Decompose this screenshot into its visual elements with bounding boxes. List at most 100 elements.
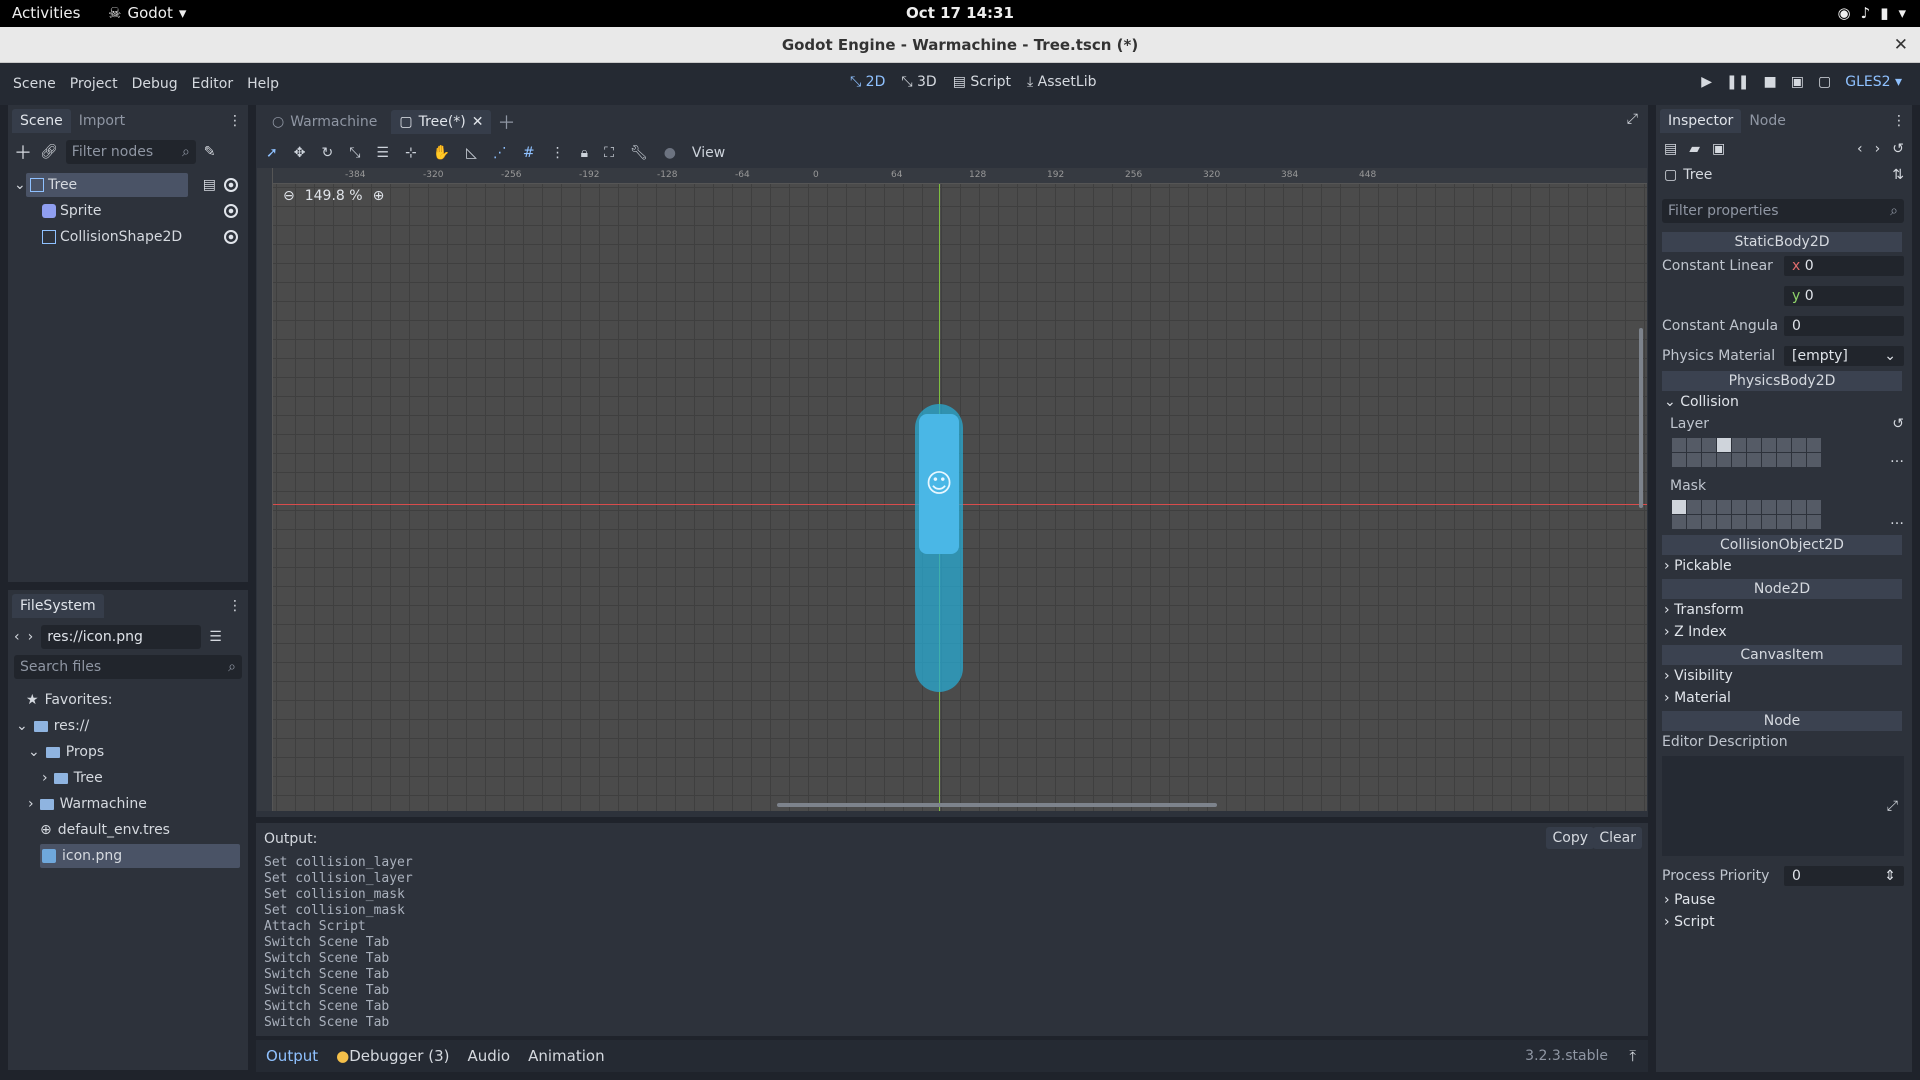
collision-mask-grid[interactable] bbox=[1672, 500, 1821, 529]
tree-node-collisionshape2d[interactable]: CollisionShape2D bbox=[8, 225, 248, 249]
object-properties-icon[interactable]: ⇅ bbox=[1892, 167, 1904, 183]
search-files-input[interactable]: Search files ⌕ bbox=[14, 655, 242, 679]
icon-png-row[interactable]: icon.png bbox=[40, 844, 240, 868]
close-icon[interactable]: ✕ bbox=[1894, 35, 1908, 55]
visibility-eye-icon[interactable] bbox=[224, 178, 238, 192]
pan-tool-icon[interactable]: ✋ bbox=[433, 145, 450, 161]
group-visibility[interactable]: › Visibility bbox=[1664, 668, 1733, 684]
group-pause[interactable]: › Pause bbox=[1664, 892, 1715, 908]
group-z-index[interactable]: › Z Index bbox=[1664, 624, 1727, 640]
link-icon[interactable]: 🔗︎ bbox=[40, 144, 58, 160]
menu-debug[interactable]: Debug bbox=[127, 74, 183, 94]
props-folder-row[interactable]: ⌄ Props bbox=[28, 740, 104, 764]
tab-filesystem[interactable]: FileSystem bbox=[12, 594, 104, 618]
add-tab-icon[interactable]: ＋ bbox=[497, 109, 515, 135]
revert-icon[interactable]: ↺ bbox=[1892, 416, 1904, 432]
physics-material-dropdown[interactable]: [empty] ⌄ bbox=[1784, 346, 1904, 366]
constant-angular-field[interactable]: 0 bbox=[1784, 316, 1904, 336]
zoom-out-icon[interactable]: ⊖ bbox=[283, 188, 295, 204]
expand-arrow-icon[interactable]: › bbox=[28, 796, 34, 812]
tab-node[interactable]: Node bbox=[1741, 109, 1794, 133]
filter-properties-input[interactable]: Filter properties ⌕ bbox=[1662, 199, 1904, 223]
grid-snap-icon[interactable]: # bbox=[523, 145, 535, 161]
app-menu[interactable]: ☠ Godot ▾ bbox=[108, 4, 186, 22]
path-field[interactable]: res://icon.png bbox=[41, 625, 202, 649]
expand-icon[interactable]: ⤢ bbox=[1887, 798, 1898, 814]
ruler-top[interactable]: -384 -320 -256 -192 -128 -64 0 64 128 19… bbox=[273, 168, 1647, 184]
bone-icon[interactable]: 🔧︎ bbox=[630, 145, 648, 161]
visibility-eye-icon[interactable] bbox=[224, 230, 238, 244]
history-icon[interactable]: ↺ bbox=[1892, 141, 1904, 157]
move-tool-icon[interactable]: ✥ bbox=[294, 145, 306, 161]
tab-audio[interactable]: Audio bbox=[467, 1047, 510, 1065]
script-attach-icon[interactable]: ✎ bbox=[204, 144, 216, 160]
distraction-free-icon[interactable]: ⤢ bbox=[1627, 111, 1638, 127]
play-scene-icon[interactable]: ▣ bbox=[1791, 74, 1804, 90]
constant-linear-y-field[interactable]: y 0 bbox=[1784, 286, 1904, 306]
lock-icon[interactable]: 🔒︎ bbox=[581, 145, 588, 161]
output-log[interactable]: Set collision_layer Set collision_layer … bbox=[264, 855, 1634, 1033]
add-node-icon[interactable]: ＋ bbox=[14, 139, 32, 165]
expand-panel-icon[interactable]: ⤒ bbox=[1629, 1047, 1636, 1065]
snap-options-icon[interactable]: ⋮ bbox=[551, 145, 565, 161]
select-tool-icon[interactable]: ➚ bbox=[266, 145, 278, 161]
group-collision[interactable]: ⌄ Collision bbox=[1664, 394, 1739, 410]
tab-import[interactable]: Import bbox=[71, 109, 133, 133]
default-env-row[interactable]: ⊕ default_env.tres bbox=[40, 818, 170, 842]
clock[interactable]: Oct 17 14:31 bbox=[0, 4, 1920, 22]
sprite-godot-icon[interactable]: ☺ bbox=[919, 414, 959, 554]
copy-button[interactable]: Copy bbox=[1546, 827, 1594, 849]
horizontal-scrollbar[interactable] bbox=[777, 803, 1217, 807]
group-pickable[interactable]: › Pickable bbox=[1664, 558, 1732, 574]
zoom-level[interactable]: 149.8 % bbox=[305, 188, 363, 204]
pivot-icon[interactable]: ⊹ bbox=[405, 145, 417, 161]
back-icon[interactable]: ‹ bbox=[14, 629, 20, 645]
tree-node-tree[interactable]: ⌄ Tree ▤ bbox=[8, 173, 248, 197]
tree-folder-row[interactable]: › Tree bbox=[42, 766, 103, 790]
tab-scene[interactable]: Scene bbox=[12, 109, 71, 133]
workspace-3d[interactable]: ⤡ 3D bbox=[901, 74, 936, 90]
group-transform[interactable]: › Transform bbox=[1664, 602, 1744, 618]
save-resource-icon[interactable]: ▣ bbox=[1712, 141, 1725, 157]
view-menu[interactable]: View bbox=[692, 145, 725, 161]
close-tab-icon[interactable]: ✕ bbox=[472, 114, 484, 130]
clear-button[interactable]: Clear bbox=[1593, 827, 1642, 849]
back-icon[interactable]: ‹ bbox=[1857, 141, 1863, 157]
collapse-arrow-icon[interactable]: ⌄ bbox=[14, 177, 26, 193]
tab-animation[interactable]: Animation bbox=[528, 1047, 604, 1065]
vertical-scrollbar[interactable] bbox=[1639, 328, 1643, 508]
stop-icon[interactable]: ■ bbox=[1764, 74, 1777, 90]
menu-help[interactable]: Help bbox=[242, 74, 284, 94]
workspace-2d[interactable]: ⤡ 2D bbox=[850, 74, 885, 90]
dock-menu-icon[interactable]: ⋮ bbox=[228, 598, 242, 614]
tab-output[interactable]: Output bbox=[266, 1047, 318, 1065]
workspace-script[interactable]: ▤ Script bbox=[953, 74, 1011, 90]
expand-arrow-icon[interactable]: › bbox=[42, 770, 48, 786]
camera-override-icon[interactable]: ● bbox=[664, 145, 676, 161]
script-icon[interactable]: ▤ bbox=[203, 177, 216, 193]
warmachine-folder-row[interactable]: › Warmachine bbox=[28, 792, 147, 816]
visibility-eye-icon[interactable] bbox=[224, 204, 238, 218]
2d-canvas[interactable]: -384 -320 -256 -192 -128 -64 0 64 128 19… bbox=[257, 168, 1647, 811]
mask-more-icon[interactable]: … bbox=[1890, 512, 1904, 528]
scale-tool-icon[interactable]: ⤡ bbox=[349, 145, 360, 161]
scene-tab-tree[interactable]: ▢ Tree(*) ✕ bbox=[391, 110, 492, 134]
editor-description-textarea[interactable]: ⤢ bbox=[1662, 756, 1904, 856]
scene-tab-warmachine[interactable]: ○ Warmachine bbox=[264, 110, 385, 134]
favorites-row[interactable]: ★ Favorites: bbox=[26, 688, 113, 712]
system-tray[interactable]: ◉ ♪ ▮ ▾ bbox=[1838, 4, 1906, 22]
zoom-in-icon[interactable]: ⊕ bbox=[373, 188, 385, 204]
workspace-assetlib[interactable]: ⤓ AssetLib bbox=[1027, 74, 1096, 90]
play-custom-scene-icon[interactable]: ▢ bbox=[1818, 74, 1831, 90]
collapse-arrow-icon[interactable]: ⌄ bbox=[16, 718, 28, 734]
constant-linear-x-field[interactable]: x 0 bbox=[1784, 256, 1904, 276]
group-script[interactable]: › Script bbox=[1664, 914, 1715, 930]
menu-editor[interactable]: Editor bbox=[187, 74, 238, 94]
tab-debugger[interactable]: ●Debugger (3) bbox=[336, 1047, 449, 1065]
list-select-icon[interactable]: ☰ bbox=[376, 145, 389, 161]
menu-project[interactable]: Project bbox=[65, 74, 123, 94]
pause-icon[interactable]: ❚❚ bbox=[1726, 74, 1749, 90]
collapse-arrow-icon[interactable]: ⌄ bbox=[28, 744, 40, 760]
ruler-tool-icon[interactable]: ◺ bbox=[466, 145, 477, 161]
menu-scene[interactable]: Scene bbox=[8, 74, 61, 94]
